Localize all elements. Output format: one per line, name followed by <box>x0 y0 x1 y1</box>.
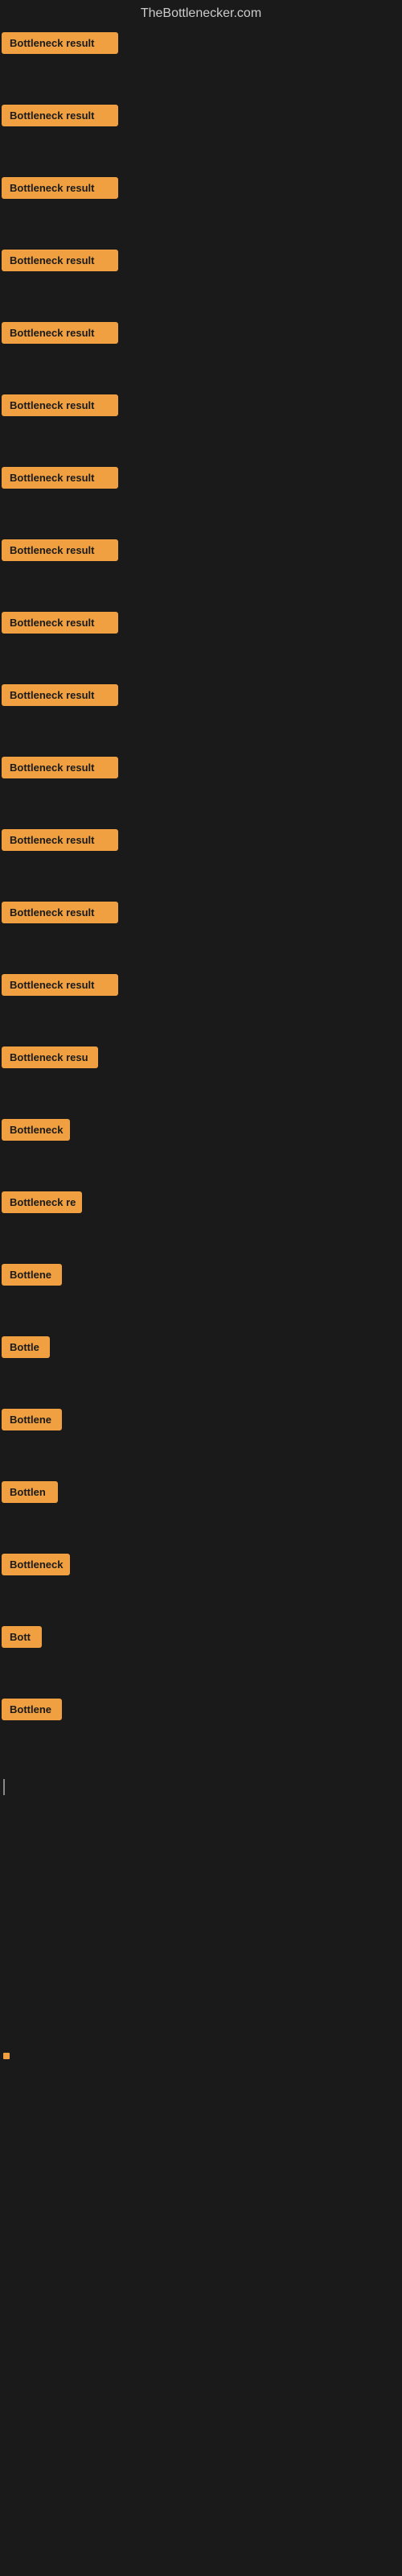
bottleneck-badge: Bottlen <box>2 1481 58 1503</box>
bottleneck-badge: Bottleneck result <box>2 539 118 561</box>
item-spacer <box>0 709 402 753</box>
list-item: Bottleneck <box>0 1550 402 1579</box>
site-title: TheBottlenecker.com <box>0 0 402 27</box>
list-item: Bottlene <box>0 1406 402 1434</box>
list-item: Bottleneck result <box>0 536 402 564</box>
bottleneck-badge: Bottleneck result <box>2 757 118 778</box>
bottleneck-badge: Bottleneck resu <box>2 1046 98 1068</box>
list-item: Bottleneck result <box>0 391 402 419</box>
list-item: Bottleneck result <box>0 101 402 130</box>
item-spacer <box>0 1651 402 1695</box>
item-spacer <box>0 419 402 464</box>
bottleneck-badge: Bottleneck result <box>2 902 118 923</box>
bottleneck-badge: Bottleneck result <box>2 467 118 489</box>
list-item: Bottlen <box>0 1478 402 1506</box>
bottleneck-badge: Bottleneck result <box>2 829 118 851</box>
item-spacer <box>0 927 402 971</box>
list-item: Bottleneck result <box>0 174 402 202</box>
item-spacer <box>0 1144 402 1188</box>
list-item: Bottleneck result <box>0 898 402 927</box>
bottleneck-badge: Bottleneck result <box>2 684 118 706</box>
item-spacer <box>0 564 402 609</box>
bottleneck-badge: Bottleneck result <box>2 974 118 996</box>
item-spacer <box>0 637 402 681</box>
item-spacer <box>0 57 402 101</box>
item-spacer <box>0 1071 402 1116</box>
list-item: Bottleneck re <box>0 1188 402 1216</box>
list-item: Bottleneck <box>0 1116 402 1144</box>
item-spacer <box>0 1434 402 1478</box>
item-spacer <box>0 492 402 536</box>
item-spacer <box>0 1289 402 1333</box>
item-spacer <box>0 782 402 826</box>
bottleneck-badge: Bottle <box>2 1336 50 1358</box>
list-item: Bottleneck result <box>0 319 402 347</box>
cursor-line <box>3 1779 5 1795</box>
bottleneck-badge: Bottlene <box>2 1409 62 1430</box>
bottleneck-badge: Bottleneck result <box>2 177 118 199</box>
page-container: TheBottlenecker.com Bottleneck resultBot… <box>0 0 402 2549</box>
list-item: Bottlene <box>0 1695 402 1724</box>
bottleneck-badge: Bottleneck result <box>2 250 118 271</box>
item-spacer <box>0 999 402 1043</box>
bottleneck-badge: Bottlene <box>2 1264 62 1286</box>
item-spacer <box>0 130 402 174</box>
list-item: Bottleneck result <box>0 971 402 999</box>
list-item: Bott <box>0 1623 402 1651</box>
cursor-area <box>0 1769 402 1805</box>
empty-section-1 <box>0 1805 402 2046</box>
bottleneck-badge: Bott <box>2 1626 42 1648</box>
item-spacer <box>0 1216 402 1261</box>
bottleneck-badge: Bottleneck result <box>2 394 118 416</box>
items-container: Bottleneck result Bottleneck result Bottle… <box>0 27 402 1769</box>
item-spacer <box>0 1579 402 1623</box>
bottleneck-badge: Bottleneck result <box>2 32 118 54</box>
bottleneck-badge: Bottleneck re <box>2 1191 82 1213</box>
item-spacer <box>0 1724 402 1768</box>
empty-section-2 <box>0 2066 402 2549</box>
item-spacer <box>0 275 402 319</box>
list-item: Bottleneck result <box>0 826 402 854</box>
bottleneck-badge: Bottleneck <box>2 1554 70 1575</box>
list-item: Bottlene <box>0 1261 402 1289</box>
item-spacer <box>0 202 402 246</box>
item-spacer <box>0 854 402 898</box>
list-item: Bottleneck result <box>0 753 402 782</box>
list-item: Bottleneck result <box>0 681 402 709</box>
list-item: Bottleneck resu <box>0 1043 402 1071</box>
bottleneck-badge: Bottleneck <box>2 1119 70 1141</box>
bottleneck-badge: Bottleneck result <box>2 105 118 126</box>
bottleneck-badge: Bottleneck result <box>2 612 118 634</box>
bottleneck-badge: Bottleneck result <box>2 322 118 344</box>
item-spacer <box>0 1361 402 1406</box>
list-item: Bottleneck result <box>0 29 402 57</box>
small-indicator <box>3 2053 10 2059</box>
list-item: Bottle <box>0 1333 402 1361</box>
small-indicator-area <box>0 2046 402 2066</box>
bottleneck-badge: Bottlene <box>2 1699 62 1720</box>
item-spacer <box>0 347 402 391</box>
list-item: Bottleneck result <box>0 464 402 492</box>
list-item: Bottleneck result <box>0 246 402 275</box>
item-spacer <box>0 1506 402 1550</box>
list-item: Bottleneck result <box>0 609 402 637</box>
